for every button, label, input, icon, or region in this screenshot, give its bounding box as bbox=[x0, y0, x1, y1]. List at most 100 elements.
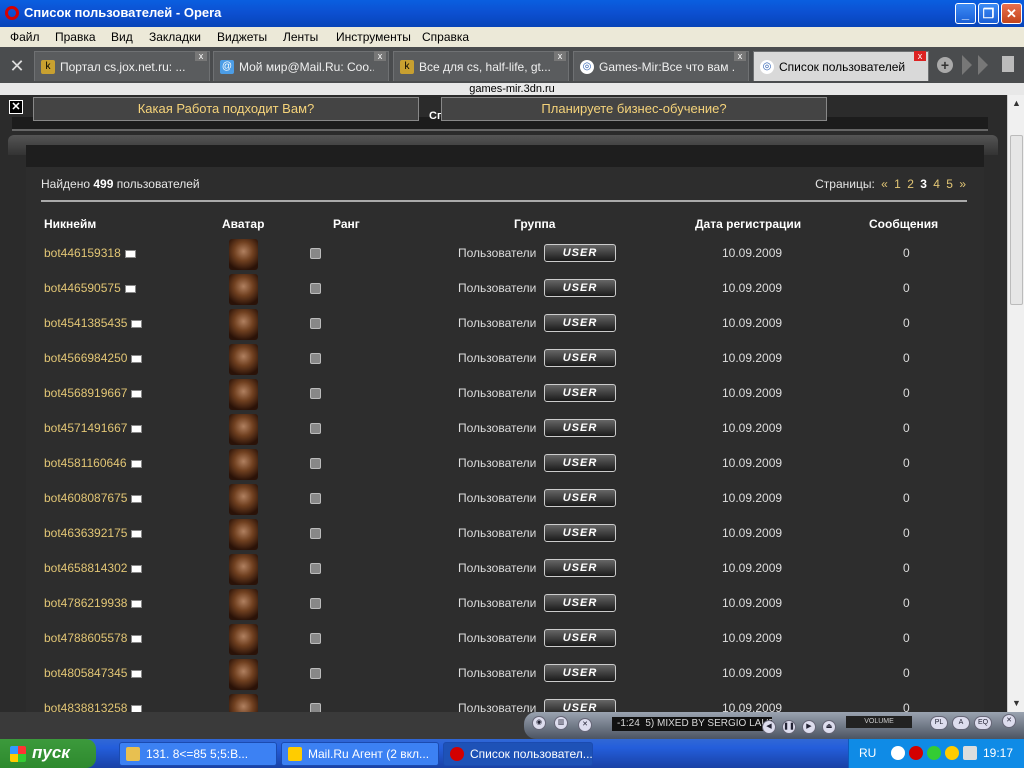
nickname-link[interactable]: bot446159318 bbox=[44, 246, 136, 260]
nickname-text[interactable]: bot4788605578 bbox=[44, 631, 127, 645]
ad-close-icon[interactable]: ✕ bbox=[9, 100, 23, 114]
nickname-text[interactable]: bot4636392175 bbox=[44, 526, 127, 540]
nickname-text[interactable]: bot4566984250 bbox=[44, 351, 127, 365]
player-close-icon[interactable]: ✕ bbox=[578, 718, 592, 732]
mail-icon[interactable] bbox=[131, 634, 143, 643]
menu-bookmarks[interactable]: Закладки bbox=[149, 30, 201, 44]
nickname-text[interactable]: bot4581160646 bbox=[44, 456, 127, 470]
volume-slider[interactable]: VOLUME bbox=[846, 716, 912, 728]
prev-icon[interactable]: ◀ bbox=[762, 720, 776, 734]
nickname-link[interactable]: bot4788605578 bbox=[44, 631, 143, 645]
mail-icon[interactable] bbox=[131, 389, 143, 398]
network-icon[interactable] bbox=[963, 746, 977, 760]
nickname-link[interactable]: bot4636392175 bbox=[44, 526, 143, 540]
tab-close-icon[interactable]: x bbox=[734, 51, 746, 61]
page-link-1[interactable]: 1 bbox=[894, 177, 901, 191]
minimize-button[interactable]: _ bbox=[955, 3, 976, 24]
header-messages[interactable]: Сообщения bbox=[869, 217, 938, 231]
nickname-link[interactable]: bot4566984250 bbox=[44, 351, 143, 365]
tab-portal-cs[interactable]: k Портал cs.jox.net.ru: ... x bbox=[34, 51, 210, 81]
nickname-link[interactable]: bot4581160646 bbox=[44, 456, 142, 470]
nickname-link[interactable]: bot4568919667 bbox=[44, 386, 143, 400]
tab-mailru[interactable]: @ Мой мир@Mail.Ru: Соо... x bbox=[213, 51, 389, 81]
nickname-text[interactable]: bot4568919667 bbox=[44, 386, 127, 400]
mail-icon[interactable] bbox=[130, 459, 142, 468]
mail-icon[interactable] bbox=[131, 424, 143, 433]
scroll-up-icon[interactable]: ▲ bbox=[1009, 96, 1024, 111]
menu-help[interactable]: Справка bbox=[422, 30, 469, 44]
menu-tools[interactable]: Инструменты bbox=[336, 30, 411, 44]
nickname-link[interactable]: bot4658814302 bbox=[44, 561, 143, 575]
next-icon[interactable]: ▶ bbox=[802, 720, 816, 734]
mail-icon[interactable] bbox=[124, 249, 136, 258]
tab-close-icon[interactable]: x bbox=[914, 51, 926, 61]
ad-banner-business[interactable]: Планируете бизнес-обучение? bbox=[441, 97, 827, 121]
tab-close-icon[interactable]: x bbox=[374, 51, 386, 61]
tab-user-list[interactable]: ◎ Список пользователей x bbox=[753, 51, 929, 81]
nickname-text[interactable]: bot4571491667 bbox=[44, 421, 127, 435]
arrow-left-icon[interactable] bbox=[891, 746, 905, 760]
playlist-button[interactable]: PL bbox=[930, 716, 948, 730]
nickname-link[interactable]: bot446590575 bbox=[44, 281, 136, 295]
mail-icon[interactable] bbox=[124, 284, 136, 293]
a-button[interactable]: A bbox=[952, 716, 970, 730]
tab-cs-halflife[interactable]: k Все для cs, half-life, gt... x bbox=[393, 51, 569, 81]
taskbar-item-mail-agent[interactable]: Mail.Ru Агент (2 вкл... bbox=[281, 742, 439, 766]
icq-icon[interactable] bbox=[927, 746, 941, 760]
mail-icon[interactable] bbox=[131, 319, 143, 328]
nickname-text[interactable]: bot4608087675 bbox=[44, 491, 127, 505]
language-indicator[interactable]: RU bbox=[859, 746, 876, 760]
equalizer-button[interactable]: EQ bbox=[974, 716, 992, 730]
mail-icon[interactable] bbox=[131, 599, 143, 608]
nickname-text[interactable]: bot446159318 bbox=[44, 246, 121, 260]
nickname-text[interactable]: bot446590575 bbox=[44, 281, 121, 295]
tab-games-mir[interactable]: ◎ Games-Mir:Все что вам ... x bbox=[573, 51, 749, 81]
player-eq-icon[interactable]: ▥ bbox=[554, 716, 568, 730]
page-prev-link[interactable]: « bbox=[881, 177, 888, 191]
scroll-down-icon[interactable]: ▼ bbox=[1009, 696, 1024, 711]
tab-close-icon[interactable]: x bbox=[195, 51, 207, 61]
scroll-thumb[interactable] bbox=[1010, 135, 1023, 305]
close-button[interactable]: ✕ bbox=[1001, 3, 1022, 24]
page-scrollbar[interactable]: ▲ ▼ bbox=[1007, 95, 1024, 712]
opera-tray-icon[interactable] bbox=[909, 746, 923, 760]
nickname-link[interactable]: bot4838813258 bbox=[44, 701, 143, 712]
menu-feeds[interactable]: Ленты bbox=[283, 30, 318, 44]
mail-agent-tray-icon[interactable] bbox=[945, 746, 959, 760]
page-link-5[interactable]: 5 bbox=[946, 177, 953, 191]
mail-icon[interactable] bbox=[131, 529, 143, 538]
new-tab-icon[interactable]: + bbox=[937, 57, 953, 73]
page-next-link[interactable]: » bbox=[959, 177, 966, 191]
nickname-link[interactable]: bot4541385435 bbox=[44, 316, 143, 330]
tools-icon[interactable]: ✕ bbox=[6, 55, 28, 77]
pause-icon[interactable]: ❚❚ bbox=[782, 720, 796, 734]
nickname-link[interactable]: bot4805847345 bbox=[44, 666, 143, 680]
nickname-text[interactable]: bot4805847345 bbox=[44, 666, 127, 680]
ad-banner-job[interactable]: Какая Работа подходит Вам? bbox=[33, 97, 419, 121]
start-button[interactable]: пуск bbox=[0, 739, 96, 768]
mail-icon[interactable] bbox=[131, 669, 143, 678]
player-menu-icon[interactable]: ◉ bbox=[532, 716, 546, 730]
page-link-2[interactable]: 2 bbox=[907, 177, 914, 191]
header-nickname[interactable]: Никнейм bbox=[44, 217, 96, 231]
maximize-button[interactable]: ❐ bbox=[978, 3, 999, 24]
eject-icon[interactable]: ⏏ bbox=[822, 720, 836, 734]
tab-close-icon[interactable]: x bbox=[554, 51, 566, 61]
menu-edit[interactable]: Правка bbox=[55, 30, 96, 44]
nickname-link[interactable]: bot4608087675 bbox=[44, 491, 143, 505]
nickname-text[interactable]: bot4658814302 bbox=[44, 561, 127, 575]
mail-icon[interactable] bbox=[131, 704, 143, 712]
nickname-link[interactable]: bot4786219938 bbox=[44, 596, 143, 610]
taskbar-item-opera[interactable]: Список пользовател... bbox=[443, 742, 593, 766]
header-registration-date[interactable]: Дата регистрации bbox=[695, 217, 801, 231]
page-link-4[interactable]: 4 bbox=[933, 177, 940, 191]
nickname-text[interactable]: bot4838813258 bbox=[44, 701, 127, 712]
nickname-link[interactable]: bot4571491667 bbox=[44, 421, 143, 435]
menu-view[interactable]: Вид bbox=[111, 30, 133, 44]
taskbar-item-document[interactable]: 131. 8<=85 5;5:B... bbox=[119, 742, 277, 766]
mail-icon[interactable] bbox=[131, 564, 143, 573]
nickname-text[interactable]: bot4786219938 bbox=[44, 596, 127, 610]
trash-icon[interactable] bbox=[1002, 56, 1014, 72]
nickname-text[interactable]: bot4541385435 bbox=[44, 316, 127, 330]
menu-file[interactable]: Файл bbox=[10, 30, 40, 44]
